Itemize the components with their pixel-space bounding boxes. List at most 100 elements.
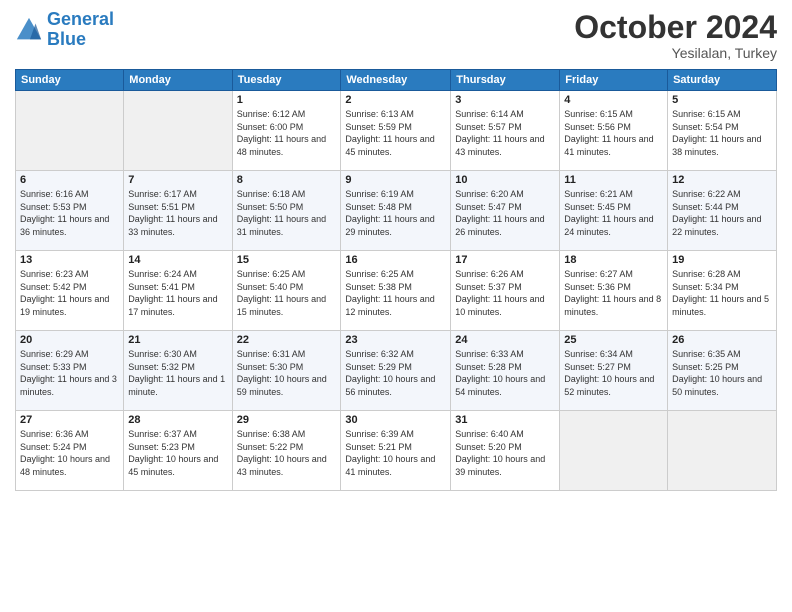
calendar-cell: 13 Sunrise: 6:23 AM Sunset: 5:42 PM Dayli… [16,251,124,331]
col-saturday: Saturday [668,70,777,91]
calendar-cell: 24 Sunrise: 6:33 AM Sunset: 5:28 PM Dayli… [451,331,560,411]
calendar-cell: 7Sunrise: 6:17 AM Sunset: 5:51 PM Daylig… [124,171,232,251]
calendar-cell: 15 Sunrise: 6:25 AM Sunset: 5:40 PM Dayli… [232,251,341,331]
calendar-cell: 14Sunrise: 6:24 AM Sunset: 5:41 PM Dayli… [124,251,232,331]
day-info: Sunrise: 6:21 AM Sunset: 5:45 PM Dayligh… [564,188,663,238]
logo-line2: Blue [47,29,86,49]
calendar-cell: 9 Sunrise: 6:19 AM Sunset: 5:48 PM Daylig… [341,171,451,251]
day-number: 5 [672,94,772,106]
week-row-4: 20 Sunrise: 6:29 AM Sunset: 5:33 PM Dayli… [16,331,777,411]
day-info: Sunrise: 6:34 AM Sunset: 5:27 PM Dayligh… [564,348,663,398]
day-number: 25 [564,334,663,346]
day-number: 20 [20,334,119,346]
day-info: Sunrise: 6:31 AM Sunset: 5:30 PM Dayligh… [237,348,337,398]
day-number: 9 [345,174,446,186]
logo: General Blue [15,10,114,50]
calendar-cell: 29 Sunrise: 6:38 AM Sunset: 5:22 PM Dayli… [232,411,341,491]
col-wednesday: Wednesday [341,70,451,91]
calendar-cell: 5 Sunrise: 6:15 AM Sunset: 5:54 PM Daylig… [668,91,777,171]
day-info: Sunrise: 6:12 AM Sunset: 6:00 PM Dayligh… [237,108,337,158]
day-info: Sunrise: 6:22 AM Sunset: 5:44 PM Dayligh… [672,188,772,238]
day-number: 23 [345,334,446,346]
calendar-cell: 22 Sunrise: 6:31 AM Sunset: 5:30 PM Dayli… [232,331,341,411]
logo-icon [15,16,43,44]
day-number: 4 [564,94,663,106]
day-number: 19 [672,254,772,266]
day-info: Sunrise: 6:15 AM Sunset: 5:56 PM Dayligh… [564,108,663,158]
logo-text: General Blue [47,10,114,50]
col-friday: Friday [560,70,668,91]
calendar-cell: 21 Sunrise: 6:30 AM Sunset: 5:32 PM Dayli… [124,331,232,411]
day-number: 29 [237,414,337,426]
calendar-cell: 17Sunrise: 6:26 AM Sunset: 5:37 PM Dayli… [451,251,560,331]
calendar-cell: 10Sunrise: 6:20 AM Sunset: 5:47 PM Dayli… [451,171,560,251]
day-info: Sunrise: 6:33 AM Sunset: 5:28 PM Dayligh… [455,348,555,398]
week-row-3: 13 Sunrise: 6:23 AM Sunset: 5:42 PM Dayli… [16,251,777,331]
day-info: Sunrise: 6:28 AM Sunset: 5:34 PM Dayligh… [672,268,772,318]
calendar-cell: 23 Sunrise: 6:32 AM Sunset: 5:29 PM Dayli… [341,331,451,411]
calendar-cell [16,91,124,171]
calendar-cell: 11 Sunrise: 6:21 AM Sunset: 5:45 PM Dayli… [560,171,668,251]
location-subtitle: Yesilalan, Turkey [574,45,777,61]
day-info: Sunrise: 6:19 AM Sunset: 5:48 PM Dayligh… [345,188,446,238]
week-row-5: 27 Sunrise: 6:36 AM Sunset: 5:24 PM Dayli… [16,411,777,491]
day-info: Sunrise: 6:27 AM Sunset: 5:36 PM Dayligh… [564,268,663,318]
day-number: 6 [20,174,119,186]
day-number: 11 [564,174,663,186]
logo-line1: General [47,9,114,29]
day-info: Sunrise: 6:23 AM Sunset: 5:42 PM Dayligh… [20,268,119,318]
day-info: Sunrise: 6:15 AM Sunset: 5:54 PM Dayligh… [672,108,772,158]
day-info: Sunrise: 6:36 AM Sunset: 5:24 PM Dayligh… [20,428,119,478]
col-monday: Monday [124,70,232,91]
calendar-header: Sunday Monday Tuesday Wednesday Thursday… [16,70,777,91]
calendar-body: 1Sunrise: 6:12 AM Sunset: 6:00 PM Daylig… [16,91,777,491]
day-number: 15 [237,254,337,266]
calendar-cell [668,411,777,491]
day-info: Sunrise: 6:35 AM Sunset: 5:25 PM Dayligh… [672,348,772,398]
calendar-cell: 26 Sunrise: 6:35 AM Sunset: 5:25 PM Dayli… [668,331,777,411]
day-info: Sunrise: 6:32 AM Sunset: 5:29 PM Dayligh… [345,348,446,398]
day-info: Sunrise: 6:30 AM Sunset: 5:32 PM Dayligh… [128,348,227,398]
day-number: 21 [128,334,227,346]
day-info: Sunrise: 6:38 AM Sunset: 5:22 PM Dayligh… [237,428,337,478]
month-title: October 2024 [574,10,777,45]
day-number: 14 [128,254,227,266]
day-number: 27 [20,414,119,426]
day-number: 2 [345,94,446,106]
page: General Blue October 2024 Yesilalan, Tur… [0,0,792,612]
day-number: 3 [455,94,555,106]
calendar-cell: 31 Sunrise: 6:40 AM Sunset: 5:20 PM Dayli… [451,411,560,491]
header: General Blue October 2024 Yesilalan, Tur… [15,10,777,61]
day-number: 12 [672,174,772,186]
calendar-table: Sunday Monday Tuesday Wednesday Thursday… [15,69,777,491]
day-info: Sunrise: 6:25 AM Sunset: 5:40 PM Dayligh… [237,268,337,318]
calendar-cell: 19 Sunrise: 6:28 AM Sunset: 5:34 PM Dayli… [668,251,777,331]
calendar-cell: 20 Sunrise: 6:29 AM Sunset: 5:33 PM Dayli… [16,331,124,411]
day-number: 10 [455,174,555,186]
title-block: October 2024 Yesilalan, Turkey [574,10,777,61]
col-sunday: Sunday [16,70,124,91]
week-row-2: 6Sunrise: 6:16 AM Sunset: 5:53 PM Daylig… [16,171,777,251]
day-number: 30 [345,414,446,426]
calendar-cell: 27 Sunrise: 6:36 AM Sunset: 5:24 PM Dayli… [16,411,124,491]
col-thursday: Thursday [451,70,560,91]
day-number: 22 [237,334,337,346]
calendar-cell: 25 Sunrise: 6:34 AM Sunset: 5:27 PM Dayli… [560,331,668,411]
calendar-cell: 18Sunrise: 6:27 AM Sunset: 5:36 PM Dayli… [560,251,668,331]
day-info: Sunrise: 6:29 AM Sunset: 5:33 PM Dayligh… [20,348,119,398]
day-number: 13 [20,254,119,266]
calendar-cell: 28Sunrise: 6:37 AM Sunset: 5:23 PM Dayli… [124,411,232,491]
day-info: Sunrise: 6:40 AM Sunset: 5:20 PM Dayligh… [455,428,555,478]
day-info: Sunrise: 6:14 AM Sunset: 5:57 PM Dayligh… [455,108,555,158]
calendar-cell: 2 Sunrise: 6:13 AM Sunset: 5:59 PM Daylig… [341,91,451,171]
day-number: 24 [455,334,555,346]
day-info: Sunrise: 6:37 AM Sunset: 5:23 PM Dayligh… [128,428,227,478]
header-row: Sunday Monday Tuesday Wednesday Thursday… [16,70,777,91]
day-number: 26 [672,334,772,346]
day-info: Sunrise: 6:13 AM Sunset: 5:59 PM Dayligh… [345,108,446,158]
calendar-cell: 4 Sunrise: 6:15 AM Sunset: 5:56 PM Daylig… [560,91,668,171]
week-row-1: 1Sunrise: 6:12 AM Sunset: 6:00 PM Daylig… [16,91,777,171]
col-tuesday: Tuesday [232,70,341,91]
calendar-cell [560,411,668,491]
day-number: 31 [455,414,555,426]
